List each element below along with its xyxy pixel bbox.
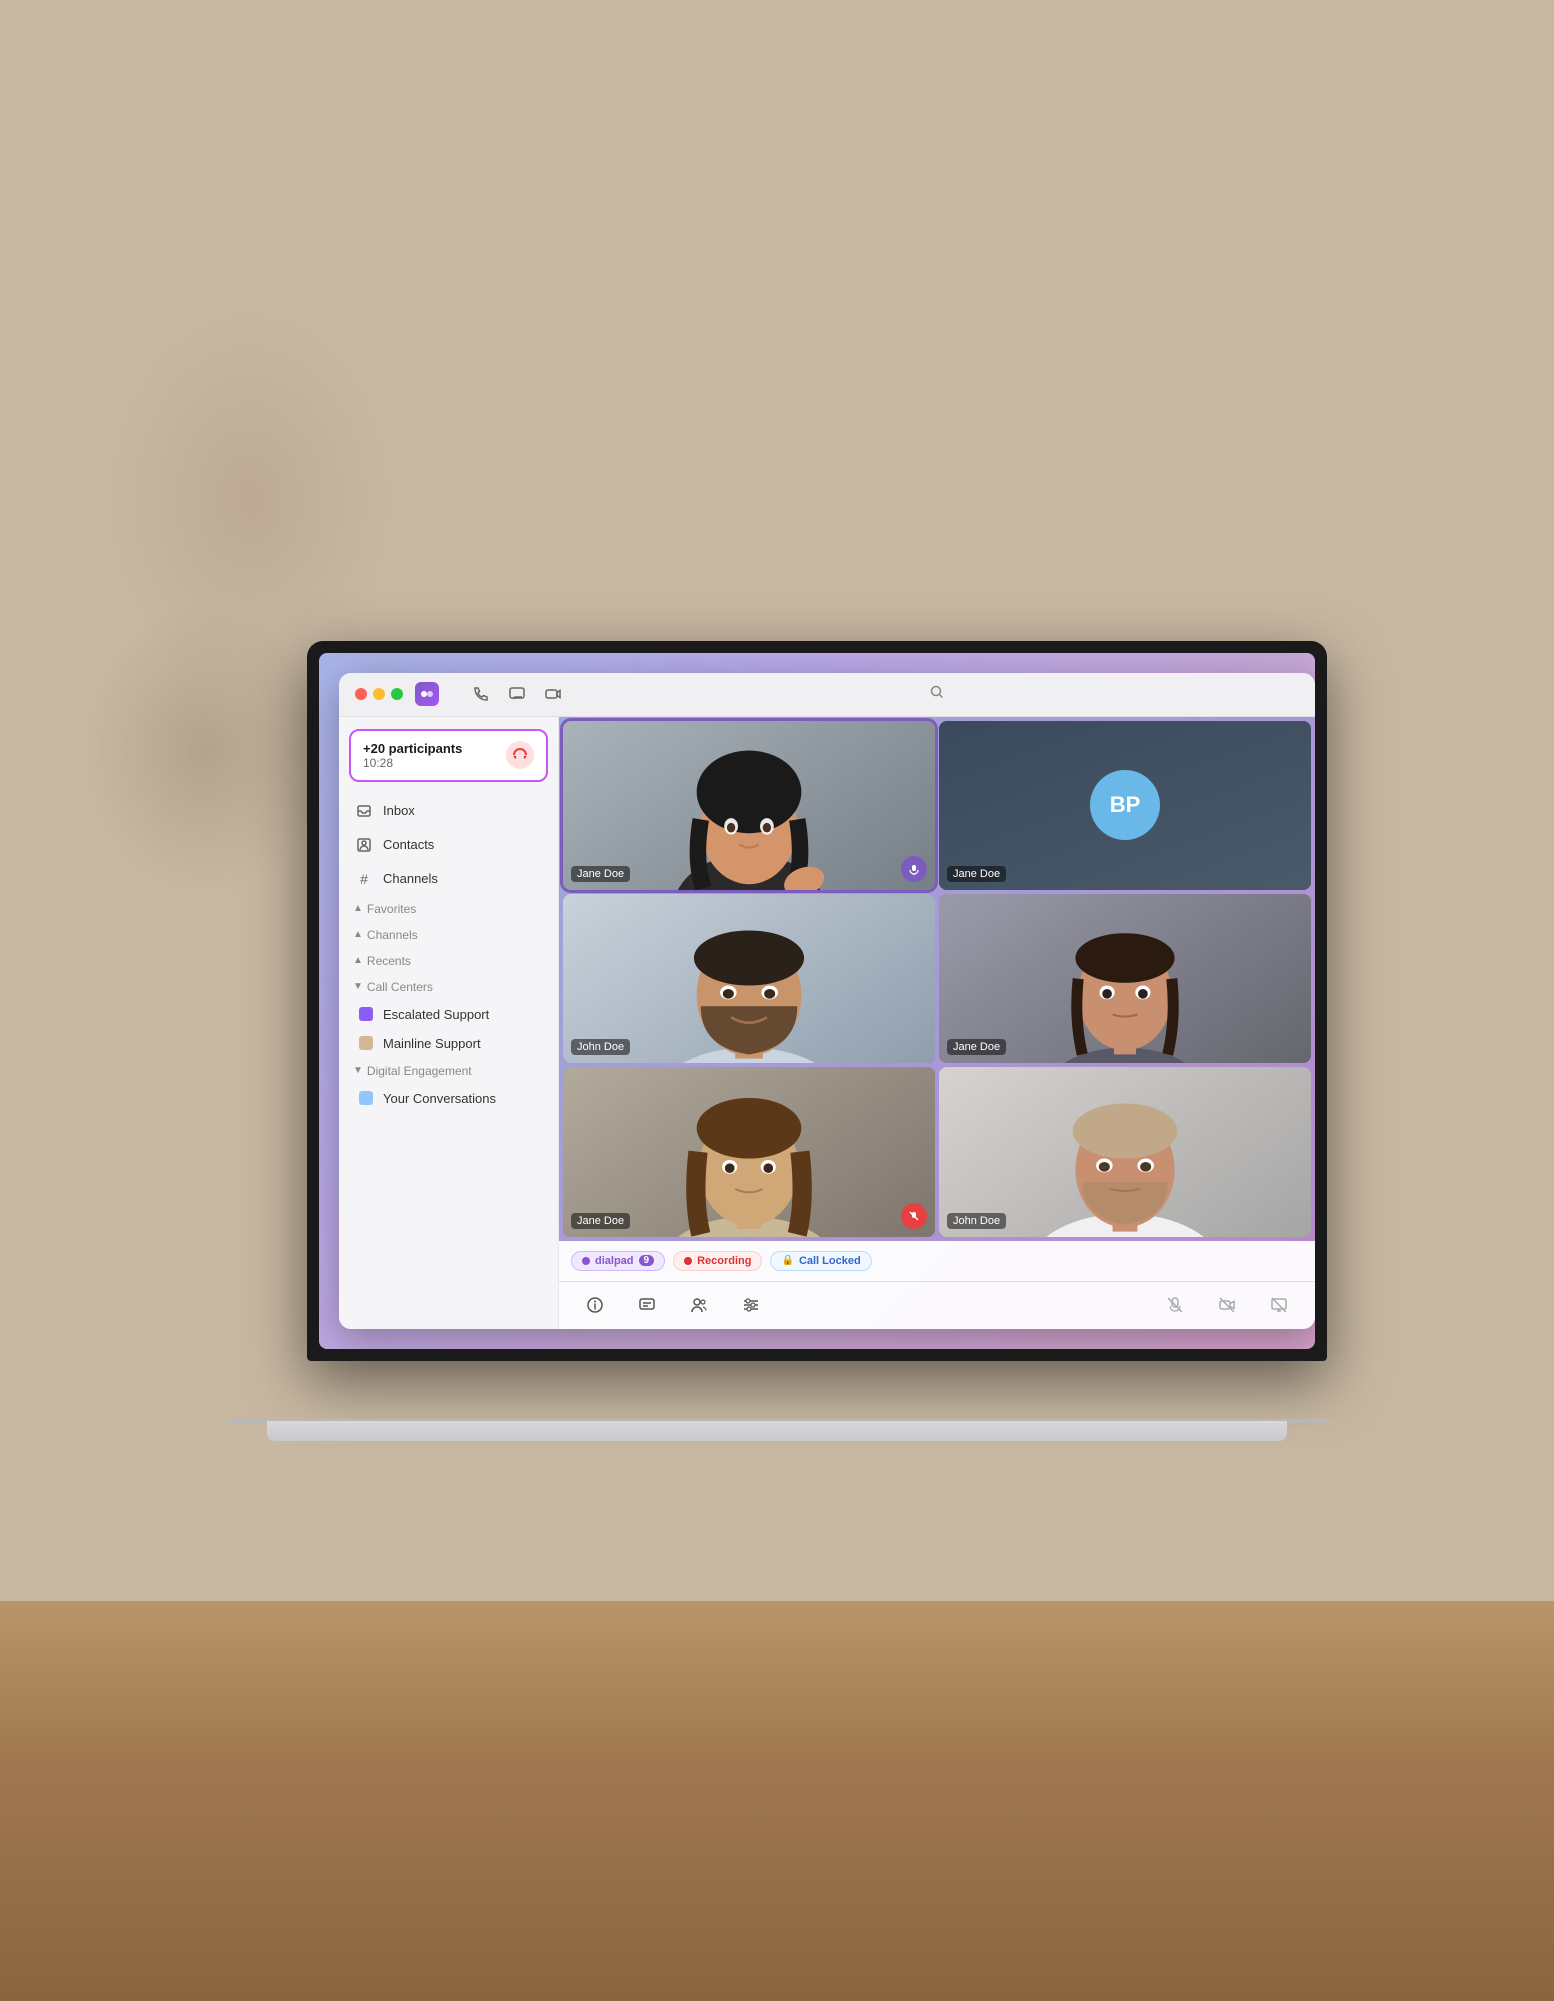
dialpad-badge-label: dialpad xyxy=(595,1255,634,1267)
video-grid: Jane Doe xyxy=(559,717,1315,1241)
inbox-icon xyxy=(355,802,373,820)
sidebar-item-contacts[interactable]: Contacts xyxy=(339,828,558,862)
minimize-button[interactable] xyxy=(373,688,385,700)
video-label-john-2: John Doe xyxy=(947,1213,1006,1229)
section-label-favorites: Favorites xyxy=(367,902,416,916)
video-cell-john-2: John Doe xyxy=(939,1067,1311,1236)
dialpad-badge[interactable]: dialpad 9 xyxy=(571,1251,665,1271)
bp-avatar: BP xyxy=(1090,770,1160,840)
video-label-jane-3: Jane Doe xyxy=(571,1213,630,1229)
sidebar-item-escalated-support[interactable]: Escalated Support xyxy=(339,1000,558,1029)
contacts-label: Contacts xyxy=(383,837,434,852)
video-label-john-1: John Doe xyxy=(571,1039,630,1055)
recording-badge[interactable]: Recording xyxy=(673,1251,762,1271)
info-button[interactable] xyxy=(579,1289,611,1321)
muted-indicator xyxy=(901,1203,927,1229)
section-header-recents[interactable]: ▲ Recents xyxy=(339,948,558,974)
sidebar-item-inbox[interactable]: Inbox xyxy=(339,794,558,828)
video-label-bp: Jane Doe xyxy=(947,866,1006,882)
video-icon[interactable] xyxy=(543,684,563,704)
call-duration: 10:28 xyxy=(363,756,462,770)
section-header-call-centers[interactable]: ▼ Call Centers xyxy=(339,974,558,1000)
video-cell-john-1: John Doe xyxy=(563,894,935,1063)
sidebar-item-your-conversations[interactable]: Your Conversations xyxy=(339,1084,558,1113)
section-header-favorites[interactable]: ▲ Favorites xyxy=(339,896,558,922)
section-label-channels: Channels xyxy=(367,928,418,942)
recording-label: Recording xyxy=(697,1255,751,1267)
video-toolbar xyxy=(559,1281,1315,1329)
dialpad-badge-dot xyxy=(582,1257,590,1265)
mainline-support-dot xyxy=(359,1036,373,1050)
call-info: +20 participants 10:28 xyxy=(363,741,462,770)
channels-label: Channels xyxy=(383,871,438,886)
title-bar-actions xyxy=(471,684,563,704)
video-label-jane-1: Jane Doe xyxy=(571,866,630,882)
section-header-digital-engagement[interactable]: ▼ Digital Engagement xyxy=(339,1058,558,1084)
channels-icon: # xyxy=(355,870,373,888)
video-status-bar: dialpad 9 Recording 🔒 Call Locked xyxy=(559,1241,1315,1281)
inbox-label: Inbox xyxy=(383,803,415,818)
dialpad-badge-count: 9 xyxy=(639,1255,655,1266)
active-call-banner[interactable]: +20 participants 10:28 xyxy=(349,729,548,782)
section-header-channels[interactable]: ▲ Channels xyxy=(339,922,558,948)
toolbar-left xyxy=(579,1289,767,1321)
sidebar-item-channels[interactable]: # Channels xyxy=(339,862,558,896)
search-bar[interactable] xyxy=(575,684,1299,705)
sidebar-item-mainline-support[interactable]: Mainline Support xyxy=(339,1029,558,1058)
your-conversations-dot xyxy=(359,1091,373,1105)
section-label-digital-engagement: Digital Engagement xyxy=(367,1064,472,1078)
toolbar-right xyxy=(1159,1289,1295,1321)
video-cell-jane-3: Jane Doe xyxy=(563,1067,935,1236)
title-bar xyxy=(339,673,1315,717)
video-cell-bp: BP Jane Doe xyxy=(939,721,1311,890)
video-label-jane-2: Jane Doe xyxy=(947,1039,1006,1055)
lock-icon: 🔒 xyxy=(781,1255,793,1266)
video-area: Jane Doe xyxy=(559,717,1315,1329)
call-locked-badge[interactable]: 🔒 Call Locked xyxy=(770,1251,871,1271)
search-icon xyxy=(929,684,945,705)
mainline-support-label: Mainline Support xyxy=(383,1036,481,1051)
main-content: +20 participants 10:28 xyxy=(339,717,1315,1329)
chevron-icon: ▲ xyxy=(353,929,363,940)
app-logo xyxy=(415,682,439,706)
section-label-call-centers: Call Centers xyxy=(367,980,433,994)
audio-indicator-1 xyxy=(901,856,927,882)
contacts-icon xyxy=(355,836,373,854)
call-locked-label: Call Locked xyxy=(799,1255,861,1267)
section-label-recents: Recents xyxy=(367,954,411,968)
window-controls xyxy=(355,688,403,700)
participants-button[interactable] xyxy=(683,1289,715,1321)
recording-dot xyxy=(684,1257,692,1265)
close-button[interactable] xyxy=(355,688,367,700)
phone-icon[interactable] xyxy=(471,684,491,704)
chat-button[interactable] xyxy=(631,1289,663,1321)
screen-share-button[interactable] xyxy=(1263,1289,1295,1321)
maximize-button[interactable] xyxy=(391,688,403,700)
video-cell-jane-1: Jane Doe xyxy=(563,721,935,890)
mute-button[interactable] xyxy=(1159,1289,1191,1321)
avatar-initials: BP xyxy=(1110,792,1141,818)
escalated-support-dot xyxy=(359,1007,373,1021)
chevron-icon: ▼ xyxy=(353,1065,363,1076)
chat-icon[interactable] xyxy=(507,684,527,704)
settings-button[interactable] xyxy=(735,1289,767,1321)
end-call-icon[interactable] xyxy=(506,741,534,769)
participants-count: +20 participants xyxy=(363,741,462,756)
chevron-icon: ▲ xyxy=(353,955,363,966)
chevron-icon: ▼ xyxy=(353,981,363,992)
video-cell-jane-2: Jane Doe xyxy=(939,894,1311,1063)
video-toggle-button[interactable] xyxy=(1211,1289,1243,1321)
escalated-support-label: Escalated Support xyxy=(383,1007,489,1022)
chevron-icon: ▲ xyxy=(353,903,363,914)
your-conversations-label: Your Conversations xyxy=(383,1091,496,1106)
sidebar: +20 participants 10:28 xyxy=(339,717,559,1329)
